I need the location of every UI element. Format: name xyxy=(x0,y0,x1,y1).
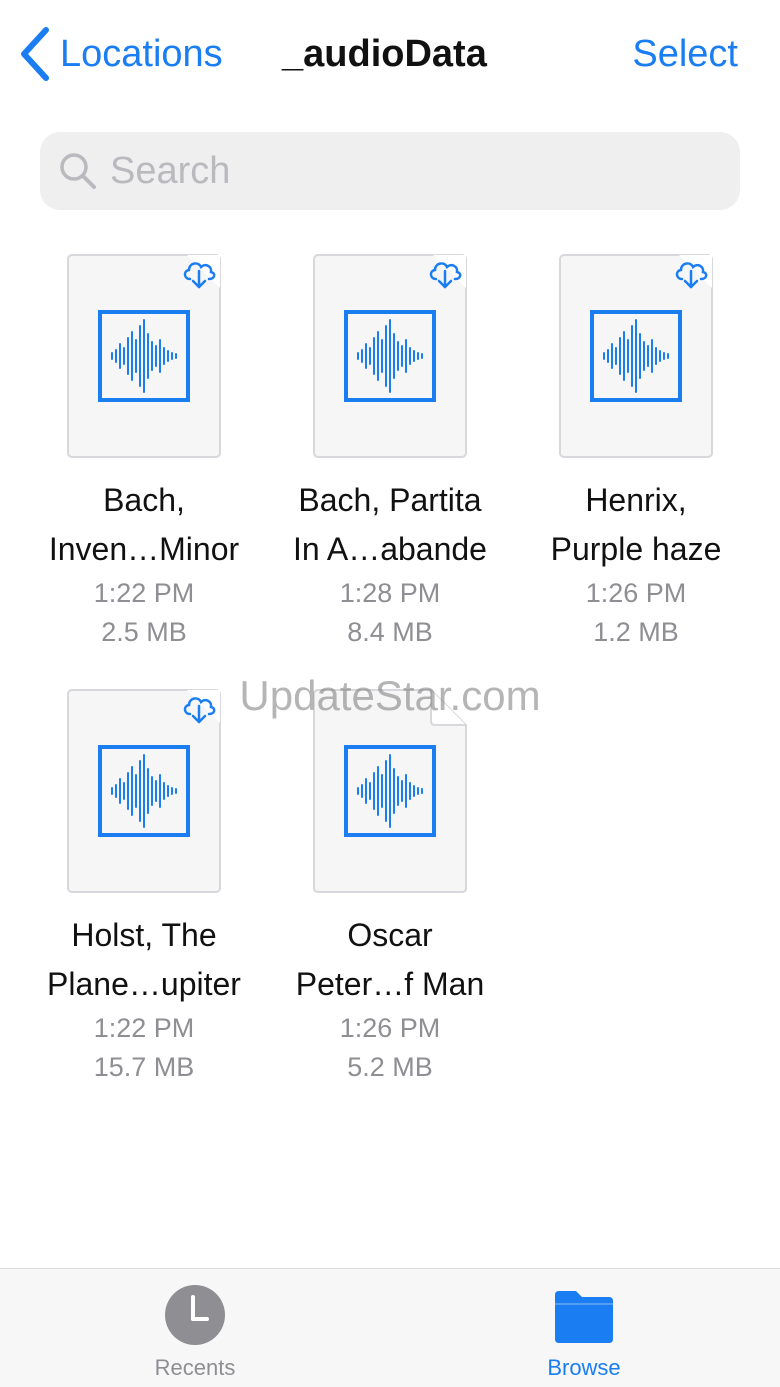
waveform-icon xyxy=(344,310,436,402)
file-item[interactable]: Bach, Inven…Minor 1:22 PM 2.5 MB xyxy=(21,254,267,652)
tab-recents[interactable]: Recents xyxy=(95,1269,295,1387)
file-name-line-2: Plane…upiter xyxy=(47,966,241,1002)
file-item[interactable]: Bach, Partita In A…abande 1:28 PM 8.4 MB xyxy=(267,254,513,652)
audio-file-icon xyxy=(67,689,221,893)
audio-file-icon xyxy=(559,254,713,458)
file-name-line-2: Purple haze xyxy=(550,531,722,567)
cloud-download-icon[interactable] xyxy=(673,258,709,290)
file-item[interactable]: Holst, The Plane…upiter 1:22 PM 15.7 MB xyxy=(21,689,267,1087)
file-name-line-1: Oscar xyxy=(347,917,433,953)
select-button[interactable]: Select xyxy=(632,24,738,84)
waveform-icon xyxy=(98,310,190,402)
file-size: 8.4 MB xyxy=(347,617,433,647)
clock-icon xyxy=(163,1283,227,1347)
page-title: _audioData xyxy=(282,33,487,75)
tab-browse-label: Browse xyxy=(547,1355,621,1380)
file-name-line-2: In A…abande xyxy=(293,531,487,567)
waveform-icon xyxy=(98,745,190,837)
file-name-line-2: Inven…Minor xyxy=(48,531,240,567)
file-time: 1:26 PM xyxy=(585,578,687,608)
waveform-icon xyxy=(344,745,436,837)
tab-bar: Recents Browse xyxy=(0,1268,780,1387)
tab-browse[interactable]: Browse xyxy=(484,1269,684,1387)
file-name-line-1: Henrix, xyxy=(585,482,687,518)
file-size: 15.7 MB xyxy=(93,1052,195,1082)
search-bar[interactable] xyxy=(40,132,740,210)
audio-file-icon xyxy=(313,689,467,893)
chevron-left-icon xyxy=(18,26,52,82)
file-item[interactable]: Henrix, Purple haze 1:26 PM 1.2 MB xyxy=(513,254,759,652)
cloud-download-icon[interactable] xyxy=(427,258,463,290)
file-size: 5.2 MB xyxy=(347,1052,433,1082)
waveform-icon xyxy=(590,310,682,402)
file-time: 1:26 PM xyxy=(339,1013,441,1043)
file-size: 1.2 MB xyxy=(593,617,679,647)
cloud-download-icon[interactable] xyxy=(181,693,217,725)
file-name-line-2: Peter…f Man xyxy=(295,966,485,1002)
audio-file-icon xyxy=(313,254,467,458)
audio-file-icon xyxy=(67,254,221,458)
file-time: 1:28 PM xyxy=(339,578,441,608)
search-icon xyxy=(58,151,98,191)
back-button[interactable]: Locations xyxy=(18,24,223,84)
search-input[interactable] xyxy=(110,141,710,201)
file-name-line-1: Holst, The xyxy=(71,917,217,953)
file-size: 2.5 MB xyxy=(101,617,187,647)
folder-icon xyxy=(552,1283,616,1347)
file-name-line-1: Bach, xyxy=(103,482,185,518)
files-app-screen: Locations _audioData Select Search Bach,… xyxy=(0,0,780,1387)
file-name-line-1: Bach, Partita xyxy=(298,482,482,518)
navigation-bar: Locations _audioData Select xyxy=(0,0,780,110)
file-item[interactable]: Oscar Peter…f Man 1:26 PM 5.2 MB xyxy=(267,689,513,1087)
cloud-download-icon[interactable] xyxy=(181,258,217,290)
file-time: 1:22 PM xyxy=(93,578,195,608)
file-time: 1:22 PM xyxy=(93,1013,195,1043)
back-button-label: Locations xyxy=(60,33,223,75)
tab-recents-label: Recents xyxy=(154,1355,236,1380)
